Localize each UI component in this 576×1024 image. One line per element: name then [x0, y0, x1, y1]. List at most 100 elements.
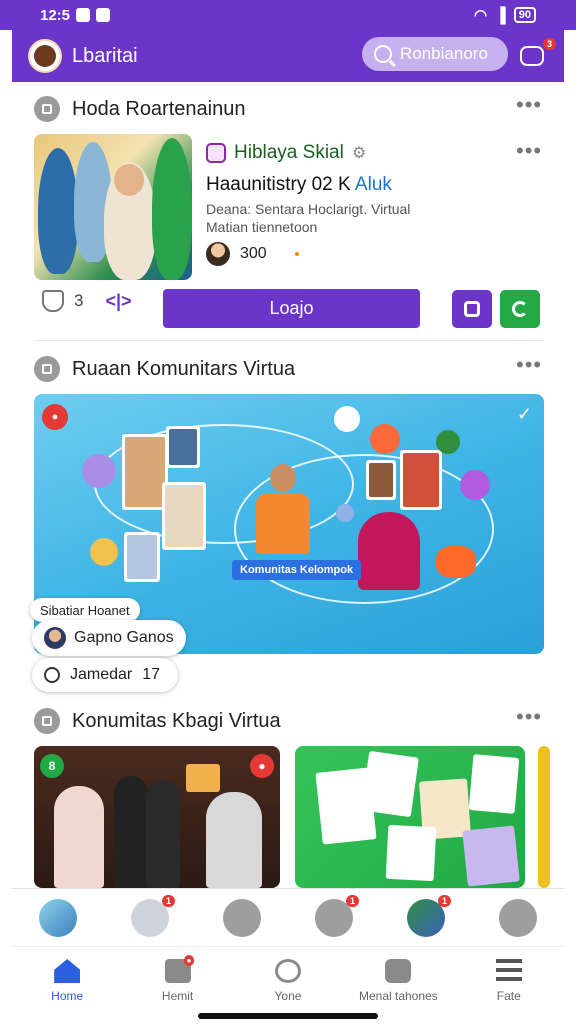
section-title: Ruaan Komunitars Virtua	[72, 357, 296, 380]
home-indicator[interactable]	[198, 1013, 378, 1019]
more-options-icon[interactable]: •••	[516, 352, 542, 378]
tab-label: Fate	[496, 989, 521, 1003]
card-title: Hiblaya Skial	[234, 142, 344, 163]
member-count-row: 300	[206, 242, 299, 266]
search-icon	[374, 45, 392, 63]
section-header: Ruaan Komunitars Virtua	[34, 356, 295, 382]
community-thumbnail[interactable]	[295, 746, 525, 888]
card-more-icon[interactable]: •••	[516, 138, 542, 164]
avatar-bubble	[90, 538, 118, 566]
more-options-icon[interactable]: •••	[516, 704, 542, 730]
badge-icon: ●	[250, 754, 274, 778]
camera-icon	[464, 301, 480, 317]
tab-groups[interactable]: Menal tahones	[348, 959, 448, 1003]
section-title: Konumitas Kbagi Virtua	[72, 709, 281, 732]
refresh-button[interactable]	[500, 290, 540, 328]
status-bar: 12:5 ◠ ▐ 90	[0, 0, 576, 30]
badge-icon: 8	[40, 754, 64, 778]
section-icon	[34, 708, 60, 734]
signal-icon: ▐	[495, 6, 506, 24]
chat-badge: 3	[542, 38, 556, 50]
tab-label: Hemit	[161, 989, 194, 1003]
search-pill-label: Jamedar	[70, 666, 133, 683]
search-pill[interactable]: Jamedar 17	[32, 658, 178, 692]
section-header: Hoda Roartenainun	[34, 96, 245, 122]
badge: 1	[437, 894, 451, 907]
avatar-bubble	[334, 406, 360, 432]
member-avatar	[206, 242, 230, 266]
compass-icon	[274, 959, 301, 983]
user-pill-name: Gapno Ganos	[74, 629, 174, 646]
card-description: Deana: Sentara Hoclarigt. Virtual Matian…	[206, 201, 411, 235]
quick-icon-row: 1 1 1	[12, 888, 564, 946]
community-thumbnail[interactable]: 8 ●	[34, 746, 280, 888]
member-photo	[400, 450, 442, 510]
featured-member	[256, 464, 310, 554]
app-logo[interactable]	[28, 39, 62, 73]
card-subtitle: Haaunitistry 02 K Aluk	[206, 174, 392, 196]
chat-button[interactable]: 3	[520, 38, 556, 68]
like-icon[interactable]	[42, 290, 64, 312]
tab-menu[interactable]: Fate	[459, 959, 559, 1003]
section-title: Hoda Roartenainun	[72, 97, 246, 120]
camera-button[interactable]	[452, 290, 492, 328]
section-icon	[34, 96, 60, 122]
profile-avatar[interactable]	[39, 898, 77, 937]
settings-icon: ⚙	[351, 145, 367, 162]
card-title-row[interactable]: Hiblaya Skial ⚙	[206, 142, 366, 164]
search-bar[interactable]: Ronbianoro	[362, 37, 508, 71]
status-dot	[294, 252, 299, 256]
sim-icon	[96, 8, 111, 22]
group-icon	[385, 959, 412, 983]
emoji-bubble	[370, 424, 400, 454]
pin-icon[interactable]	[499, 898, 537, 937]
avatar-bubble	[336, 504, 354, 522]
status-time: 12:5	[40, 6, 71, 24]
member-photo	[366, 460, 396, 500]
menu-icon	[495, 959, 522, 983]
bottom-tab-bar: Home ● Hemit Yone Menal tahones Fate	[12, 946, 564, 1012]
group-avatar[interactable]: 1	[407, 894, 451, 937]
tab-home[interactable]: Home	[17, 959, 117, 1003]
like-count: 3	[74, 291, 84, 310]
avatar-bubble	[82, 454, 116, 488]
chat-icon	[520, 46, 544, 66]
more-options-icon[interactable]: •••	[516, 92, 542, 118]
battery-icon: 90	[513, 7, 536, 23]
feed[interactable]: Hoda Roartenainun ••• Hiblaya Skial ⚙ ••…	[12, 82, 564, 888]
search-icon	[44, 667, 60, 683]
app-bar: Lbaritai Ronbianoro 3	[12, 30, 564, 82]
trend-icon[interactable]: ✓	[517, 404, 532, 425]
banner-label: Komunitas Kelompok	[232, 560, 362, 580]
featured-member	[358, 512, 420, 590]
section-icon	[34, 356, 60, 382]
user-pill[interactable]: Gapno Ganos	[32, 620, 186, 656]
share-icon[interactable]: <|>	[105, 291, 131, 312]
badge: 1	[345, 894, 359, 907]
community-image[interactable]	[34, 134, 192, 280]
tab-people[interactable]: ● Hemit	[128, 955, 228, 1003]
avatar-bubble	[436, 430, 460, 454]
community-thumbnail[interactable]	[538, 746, 550, 888]
avatar-bubble	[460, 470, 490, 500]
tab-explore[interactable]: Yone	[238, 959, 338, 1003]
wifi-icon: ◠	[474, 7, 488, 24]
divider	[34, 340, 544, 341]
join-button[interactable]: Loajo	[163, 289, 420, 328]
tab-label: Yone	[274, 989, 302, 1003]
card-actions: 3 <|>	[42, 290, 132, 312]
friends-icon[interactable]: 1	[131, 894, 175, 937]
member-photo	[162, 482, 206, 550]
emoji-bubble	[436, 546, 476, 578]
search-placeholder: Ronbianoro	[400, 44, 488, 63]
tools-icon[interactable]: 1	[315, 894, 359, 937]
tab-label: Menal tahones	[358, 989, 438, 1003]
brand-icon	[206, 143, 226, 163]
card-subtitle-accent: Aluk	[354, 174, 392, 195]
tab-badge: ●	[183, 955, 195, 966]
refresh-icon	[512, 301, 528, 317]
section-header: Konumitas Kbagi Virtua	[34, 708, 281, 734]
home-icon	[54, 959, 81, 983]
card-subtitle-main: Haaunitistry 02 K	[206, 174, 351, 195]
gallery-icon[interactable]	[223, 898, 261, 937]
